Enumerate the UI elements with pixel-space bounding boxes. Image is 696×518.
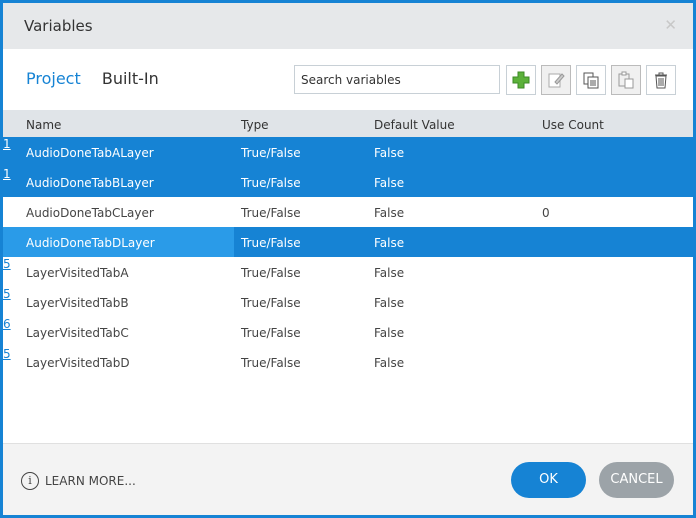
table-row[interactable]: LayerVisitedTabB True/False False 5 bbox=[3, 287, 693, 317]
column-default-value[interactable]: Default Value bbox=[374, 118, 455, 132]
variable-default: False bbox=[374, 266, 405, 280]
use-count-link[interactable]: 5 bbox=[3, 287, 11, 301]
use-count-link[interactable]: 5 bbox=[3, 257, 11, 271]
variable-name: AudioDoneTabBLayer bbox=[26, 176, 154, 190]
edit-icon bbox=[548, 73, 565, 88]
table-header: Name Type Default Value Use Count bbox=[3, 110, 693, 137]
table-row[interactable]: AudioDoneTabDLayerTrue/FalseFalse1 bbox=[3, 227, 693, 257]
tab-built-in[interactable]: Built-In bbox=[102, 69, 159, 88]
copy-icon bbox=[583, 72, 599, 89]
variable-name: LayerVisitedTabA bbox=[26, 266, 129, 280]
variable-name: AudioDoneTabDLayer bbox=[26, 236, 155, 250]
tab-project[interactable]: Project bbox=[26, 69, 81, 88]
column-use-count[interactable]: Use Count bbox=[542, 118, 604, 132]
search-input[interactable]: Search variables bbox=[294, 65, 500, 94]
variable-default: False bbox=[374, 206, 405, 220]
variable-type: True/False bbox=[241, 146, 301, 160]
variable-name: LayerVisitedTabD bbox=[26, 356, 130, 370]
paste-variable-button[interactable] bbox=[611, 65, 641, 95]
use-count-link[interactable]: 1 bbox=[3, 137, 11, 151]
variable-type: True/False bbox=[241, 326, 301, 340]
column-name[interactable]: Name bbox=[26, 118, 61, 132]
use-count-link[interactable]: 5 bbox=[3, 347, 11, 361]
variable-type: True/False bbox=[241, 296, 301, 310]
variable-name: LayerVisitedTabB bbox=[26, 296, 129, 310]
use-count-link[interactable]: 6 bbox=[3, 317, 11, 331]
add-icon bbox=[512, 71, 530, 89]
variable-type: True/False bbox=[241, 206, 301, 220]
close-icon[interactable]: ✕ bbox=[664, 16, 677, 34]
use-count-link[interactable]: 1 bbox=[3, 167, 11, 181]
table-row[interactable]: AudioDoneTabALayer True/False False 1 bbox=[3, 137, 693, 167]
dialog-title: Variables bbox=[24, 17, 93, 35]
variable-type: True/False bbox=[241, 236, 301, 250]
column-type[interactable]: Type bbox=[241, 118, 269, 132]
trash-icon bbox=[655, 72, 667, 89]
variable-name: AudioDoneTabALayer bbox=[26, 146, 154, 160]
dialog-footer: i LEARN MORE... OK CANCEL bbox=[3, 443, 693, 515]
use-count: 0 bbox=[542, 206, 550, 220]
variable-default: False bbox=[374, 296, 405, 310]
copy-variable-button[interactable] bbox=[576, 65, 606, 95]
variable-default: False bbox=[374, 236, 405, 250]
learn-more-link[interactable]: i LEARN MORE... bbox=[21, 472, 136, 490]
variable-default: False bbox=[374, 176, 405, 190]
delete-variable-button[interactable] bbox=[646, 65, 676, 95]
variable-name: AudioDoneTabCLayer bbox=[26, 206, 154, 220]
cancel-button[interactable]: CANCEL bbox=[599, 462, 674, 498]
table-row[interactable]: AudioDoneTabBLayer True/False False 1 bbox=[3, 167, 693, 197]
learn-more-label: LEARN MORE... bbox=[45, 474, 136, 488]
variable-name: LayerVisitedTabC bbox=[26, 326, 129, 340]
variable-default: False bbox=[374, 356, 405, 370]
variables-dialog: Variables ✕ Project Built-In Search vari… bbox=[3, 3, 693, 515]
info-icon: i bbox=[21, 472, 39, 490]
variable-default: False bbox=[374, 146, 405, 160]
ok-button[interactable]: OK bbox=[511, 462, 586, 498]
table-row[interactable]: LayerVisitedTabD True/False False 5 bbox=[3, 347, 693, 377]
add-variable-button[interactable] bbox=[506, 65, 536, 95]
paste-icon bbox=[618, 71, 634, 89]
variable-type: True/False bbox=[241, 176, 301, 190]
variable-default: False bbox=[374, 326, 405, 340]
table-row[interactable]: LayerVisitedTabC True/False False 6 bbox=[3, 317, 693, 347]
table-row[interactable]: AudioDoneTabCLayer True/False False 0 bbox=[3, 197, 693, 227]
variable-type: True/False bbox=[241, 266, 301, 280]
table-row[interactable]: LayerVisitedTabA True/False False 5 bbox=[3, 257, 693, 287]
variable-type: True/False bbox=[241, 356, 301, 370]
edit-variable-button[interactable] bbox=[541, 65, 571, 95]
title-bar: Variables ✕ bbox=[3, 3, 693, 49]
